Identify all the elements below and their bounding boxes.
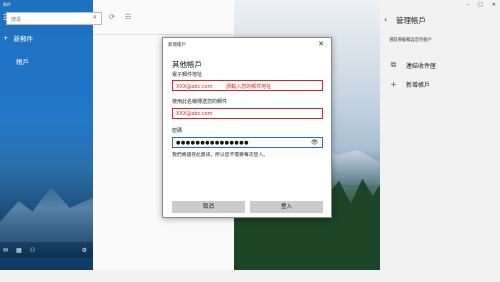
minimize-icon[interactable]: – [467,2,470,8]
dialog-title: 新增帳戶 [168,43,186,48]
password-label: 密碼 [172,128,183,134]
email-value: XXX@abc.com [176,84,213,90]
people-icon[interactable]: ⚇ [30,247,35,254]
window-controls: – □ ✕ [467,2,496,8]
close-window-icon[interactable]: ✕ [492,2,496,8]
email-annotation: 請輸入您的郵件地址 [226,84,272,90]
new-mail-label: 新郵件 [13,35,33,43]
password-field[interactable]: ●●●●●●●●●●●●●●● 👁 [172,137,323,148]
person-icon: 👤 [3,57,12,65]
accounts-button[interactable]: 👤 帳戶 [3,56,29,66]
add-account-button[interactable]: + 新增帳戶 [389,80,430,89]
link-inboxes-button[interactable]: ⧉ 連結收件匣 [389,60,436,70]
sidebar-background-image [0,187,93,250]
send-as-label: 使用此名稱傳送您的郵件 [172,99,228,105]
add-account-dialog: 新增帳戶 ✕ 其他帳戶 電子郵件地址 XXX@abc.com 請輸入您的郵件地址… [162,37,332,218]
search-icon[interactable]: ⌕ [93,13,97,22]
sync-icon[interactable]: ⟳ [109,13,115,21]
calendar-icon[interactable]: ▦ [16,247,22,254]
send-as-value: XXX@abc.com [176,111,213,117]
email-field[interactable]: XXX@abc.com 請輸入您的郵件地址 [172,80,323,91]
mail-icon[interactable]: ✉ [3,247,8,254]
manage-accounts-title: 管理帳戶 [396,16,426,25]
divider [93,34,234,35]
manage-accounts-hint: 選取要編輯設定的帳戶 [389,38,432,43]
dialog-heading: 其他帳戶 [172,60,202,69]
add-account-label: 新增帳戶 [406,82,431,89]
maximize-icon[interactable]: □ [478,2,483,8]
plus-icon: + [3,34,9,42]
plus-icon: + [390,80,397,89]
back-chevron-icon[interactable]: ‹ [384,15,387,24]
send-as-field[interactable]: XXX@abc.com [172,108,323,119]
password-value: ●●●●●●●●●●●●●●● [176,140,249,146]
app-title: 郵件 [3,2,11,7]
sidebar-bottom-bar: ✉ ▦ ⚇ ⚙ [0,242,93,258]
taskbar-strip [0,270,500,282]
filter-icon[interactable]: ☷ [125,13,131,21]
dialog-close-icon[interactable]: ✕ [318,40,324,48]
new-mail-button[interactable]: + 新郵件 [3,33,33,43]
link-icon: ⧉ [390,60,397,69]
link-inboxes-label: 連結收件匣 [406,62,437,70]
search-input[interactable]: 搜尋 [6,12,102,25]
sidebar: 郵件 ☰ + 新郵件 👤 帳戶 ✉ ▦ ⚇ ⚙ [0,0,93,270]
manage-accounts-pane: – □ ✕ ‹ 管理帳戶 選取要編輯設定的帳戶 ⧉ 連結收件匣 + 新增帳戶 [380,0,500,270]
email-label: 電子郵件地址 [172,72,203,78]
reveal-password-icon[interactable]: 👁 [311,139,319,146]
settings-icon[interactable]: ⚙ [82,247,87,254]
save-info-text: 我們將儲存此資訊，所以您不需要每次登入。 [172,153,268,158]
sign-in-button[interactable]: 登入 [250,201,323,213]
cancel-button[interactable]: 取消 [172,201,245,213]
accounts-label: 帳戶 [16,58,30,66]
